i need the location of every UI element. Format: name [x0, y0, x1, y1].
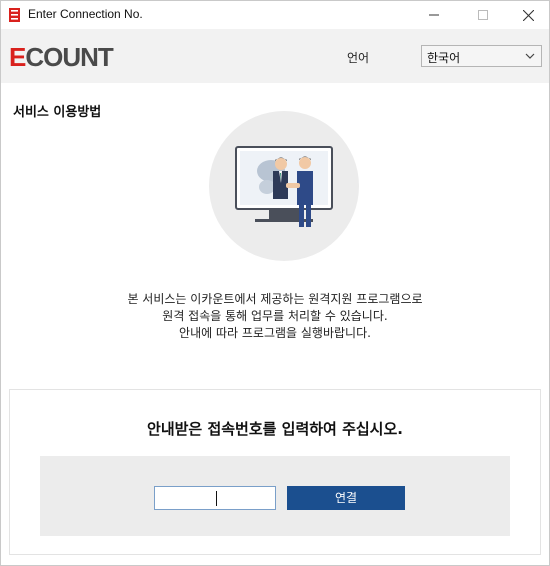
description-line: 본 서비스는 이카운트에서 제공하는 원격지원 프로그램으로	[127, 292, 423, 306]
connection-panel: 안내받은 접속번호를 입력하여 주십시오. 연결	[9, 389, 541, 555]
text-caret	[216, 491, 217, 506]
service-description: 본 서비스는 이카운트에서 제공하는 원격지원 프로그램으로 원격 접속을 통해…	[1, 291, 549, 342]
remote-support-illustration	[209, 111, 359, 261]
chevron-down-icon	[525, 53, 535, 59]
header-bar: ECOUNT 언어 한국어	[1, 29, 549, 83]
window-title: Enter Connection No.	[28, 7, 143, 21]
connection-prompt: 안내받은 접속번호를 입력하여 주십시오.	[147, 420, 403, 438]
close-button[interactable]	[505, 1, 550, 29]
language-selected-value: 한국어	[427, 51, 461, 65]
minimize-icon	[429, 14, 439, 16]
handshake-monitor-icon	[235, 146, 333, 227]
connection-input-area: 연결	[40, 456, 510, 536]
description-line: 원격 접속을 통해 업무를 처리할 수 있습니다.	[162, 309, 388, 323]
description-line: 안내에 따라 프로그램을 실행바랍니다.	[179, 326, 371, 340]
language-label: 언어	[347, 51, 370, 65]
section-title: 서비스 이용방법	[13, 105, 102, 120]
connect-button[interactable]: 연결	[287, 486, 405, 510]
app-icon	[9, 8, 20, 22]
language-select[interactable]: 한국어	[421, 45, 542, 67]
app-window: Enter Connection No. ECOUNT 언어 한국어 서비스 이…	[0, 0, 550, 566]
maximize-button[interactable]	[460, 1, 506, 29]
ecount-logo: ECOUNT	[9, 42, 114, 72]
connection-number-input[interactable]	[154, 486, 276, 510]
close-icon	[522, 9, 534, 21]
title-bar[interactable]: Enter Connection No.	[1, 1, 549, 29]
maximize-icon	[478, 10, 488, 20]
minimize-button[interactable]	[411, 1, 457, 29]
